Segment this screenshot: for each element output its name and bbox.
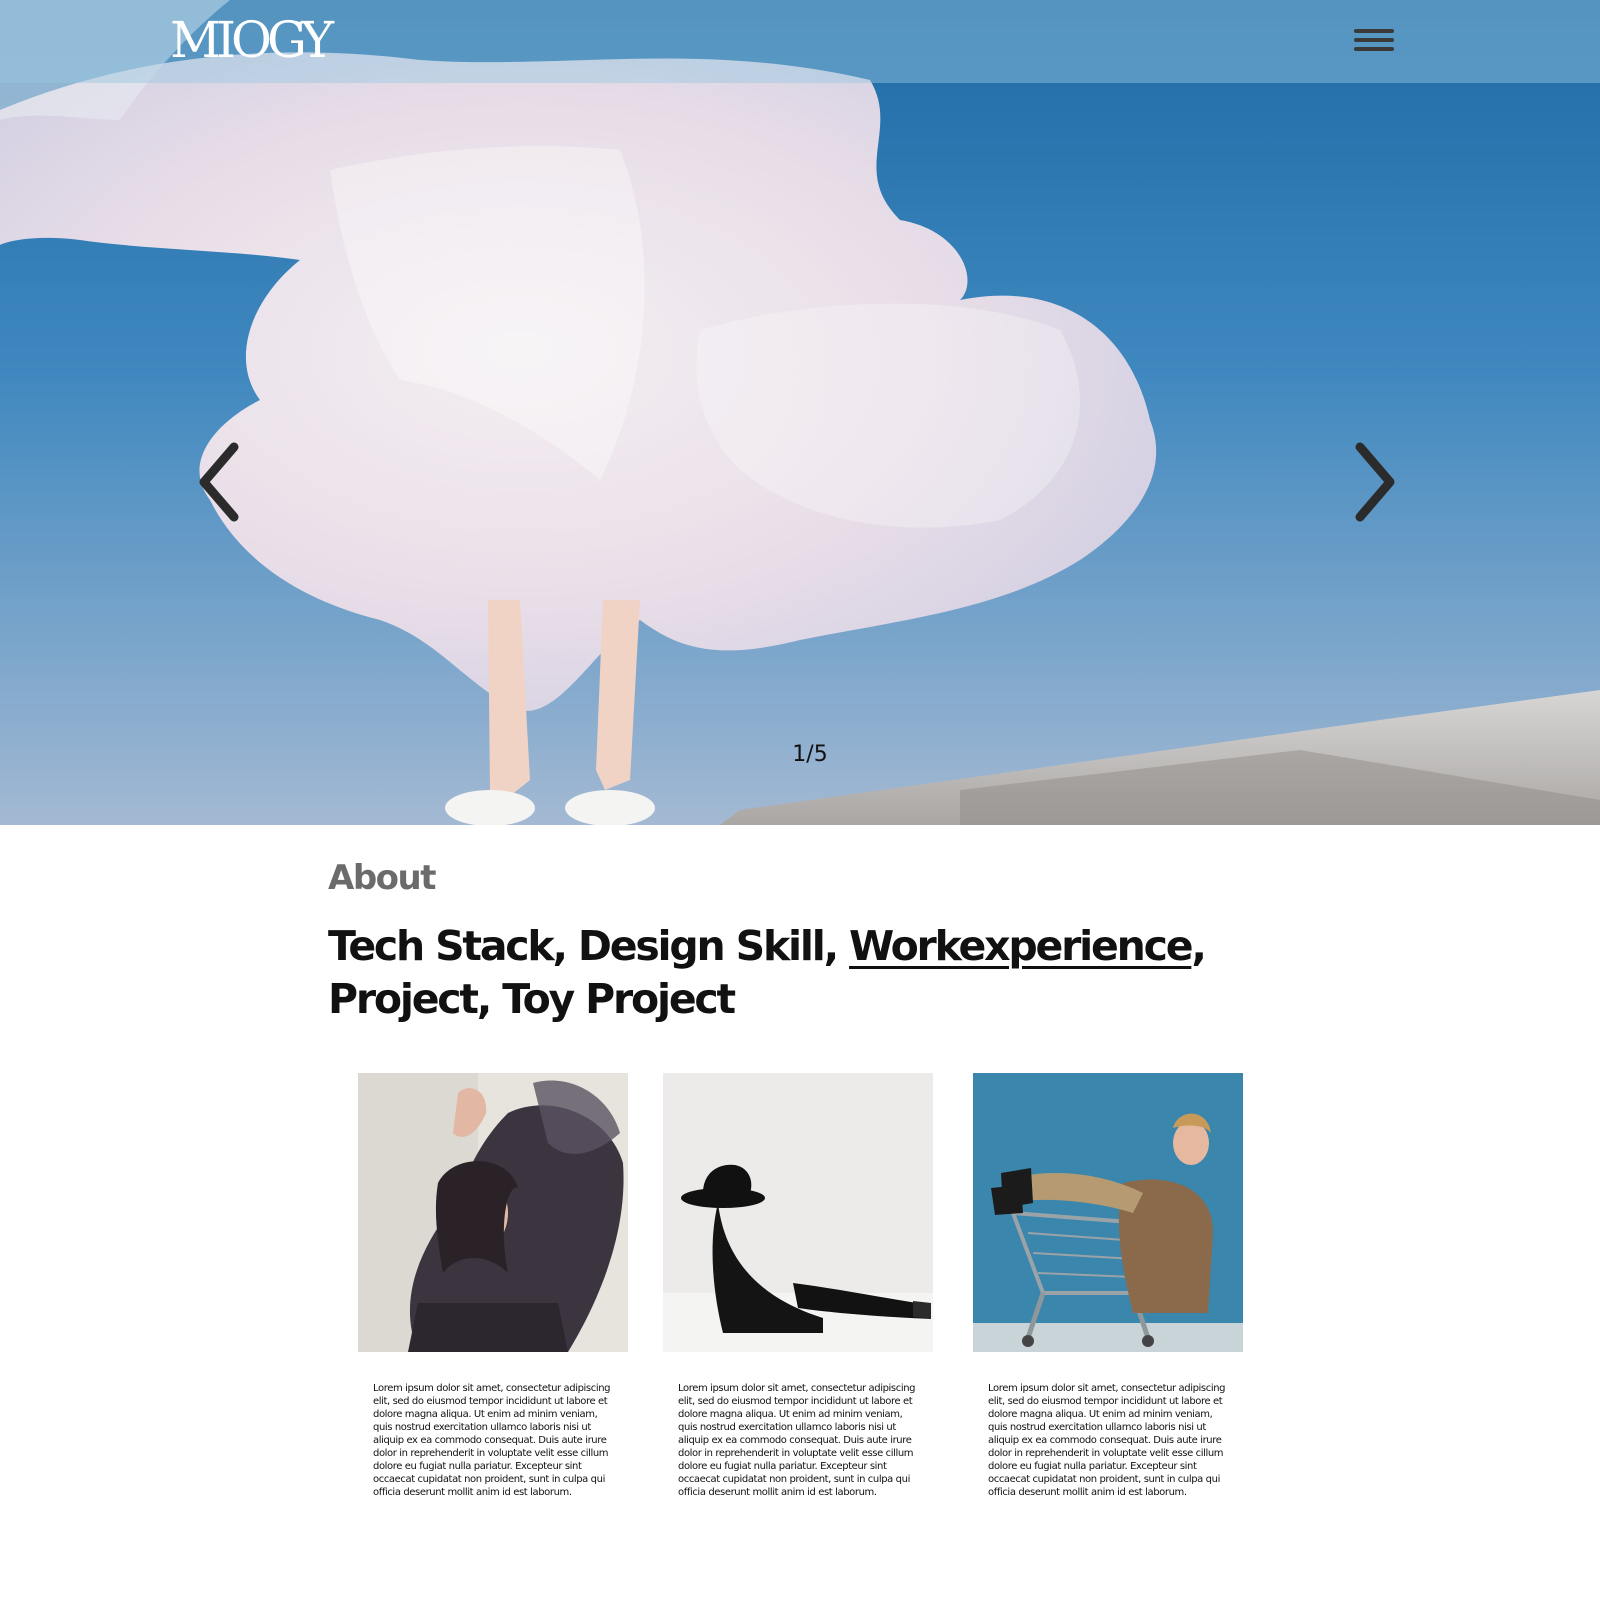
slider-prev-button[interactable]	[192, 437, 252, 527]
portfolio-card: Lorem ipsum dolor sit amet, consectetur …	[973, 1073, 1243, 1499]
portfolio-card: Lorem ipsum dolor sit amet, consectetur …	[358, 1073, 628, 1499]
card-description: Lorem ipsum dolor sit amet, consectetur …	[373, 1383, 611, 1498]
slider-next-button[interactable]	[1346, 437, 1406, 527]
card-image[interactable]	[973, 1073, 1243, 1352]
hamburger-menu-icon[interactable]	[1350, 26, 1396, 58]
card-photo-man-shopping-cart	[973, 1073, 1243, 1352]
section-label-about: About	[328, 858, 436, 898]
slide-counter: 1/5	[792, 742, 828, 767]
headline-text-line2: Project, Toy Project	[328, 975, 736, 1023]
menu-line	[1354, 47, 1394, 51]
menu-line	[1354, 38, 1394, 42]
portfolio-card: Lorem ipsum dolor sit amet, consectetur …	[663, 1073, 933, 1499]
card-description: Lorem ipsum dolor sit amet, consectetur …	[988, 1383, 1226, 1498]
about-headline: Tech Stack, Design Skill, Workexperience…	[328, 920, 1228, 1026]
menu-line	[1354, 29, 1394, 33]
top-navigation-bar: MIOGY	[0, 0, 1600, 83]
headline-comma: ,	[1191, 922, 1207, 970]
hero-image	[0, 0, 1600, 825]
hero-slider: MIOGY 1/5	[0, 0, 1600, 825]
card-description: Lorem ipsum dolor sit amet, consectetur …	[678, 1383, 916, 1498]
chevron-left-icon	[199, 442, 239, 522]
card-image[interactable]	[663, 1073, 933, 1352]
site-logo[interactable]: MIOGY	[170, 10, 334, 70]
card-image[interactable]	[358, 1073, 628, 1352]
chevron-right-icon	[1355, 442, 1395, 522]
card-photo-figure-black-hat	[663, 1073, 933, 1352]
card-photo-woman-sheer-sleeves	[358, 1073, 628, 1352]
workexperience-link[interactable]: Workexperience	[849, 922, 1194, 970]
headline-text: Tech Stack, Design Skill,	[328, 922, 850, 970]
